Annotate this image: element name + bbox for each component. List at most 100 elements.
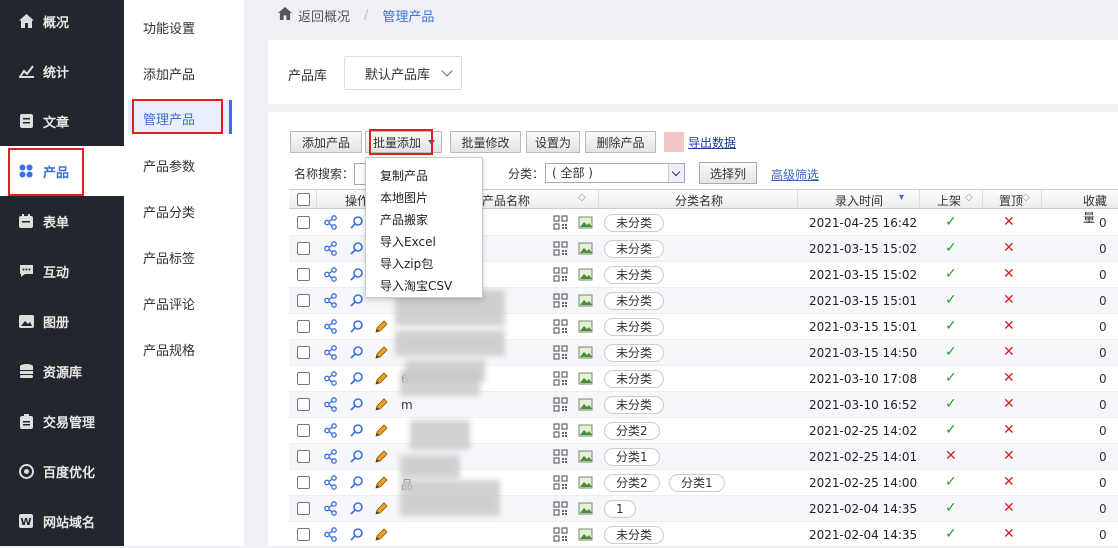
share-icon[interactable] [323, 527, 338, 542]
sidebar-item-album[interactable]: 图册 [0, 296, 124, 346]
listed-check-icon[interactable]: ✓ [945, 474, 957, 490]
image-icon[interactable] [578, 371, 593, 386]
image-icon[interactable] [578, 449, 593, 464]
preview-icon[interactable] [349, 215, 364, 230]
image-icon[interactable] [578, 501, 593, 516]
qrcode-icon[interactable] [553, 449, 568, 464]
image-icon[interactable] [578, 475, 593, 490]
category-filter-select[interactable]: ( 全部 ) [545, 163, 685, 183]
pinned-cross-icon[interactable]: ✕ [1003, 370, 1015, 386]
sort-icon[interactable]: ◇ [965, 192, 973, 203]
share-icon[interactable] [323, 371, 338, 386]
pinned-cross-icon[interactable]: ✕ [1003, 500, 1015, 516]
listed-check-icon[interactable]: ✓ [945, 266, 957, 282]
batch-add-button[interactable]: 批量添加 [365, 131, 442, 153]
row-checkbox[interactable] [297, 372, 310, 385]
row-checkbox[interactable] [297, 528, 310, 541]
pinned-cross-icon[interactable]: ✕ [1003, 396, 1015, 412]
dropdown-item-local-images[interactable]: 本地图片 [380, 189, 428, 206]
share-icon[interactable] [323, 397, 338, 412]
sort-icon[interactable]: ◇ [578, 192, 586, 203]
share-icon[interactable] [323, 293, 338, 308]
share-icon[interactable] [323, 475, 338, 490]
sort-icon[interactable]: ◇ [1022, 192, 1030, 203]
row-checkbox[interactable] [297, 242, 310, 255]
submenu-item-params[interactable]: 产品参数 [143, 156, 195, 175]
image-icon[interactable] [578, 267, 593, 282]
row-checkbox[interactable] [297, 320, 310, 333]
preview-icon[interactable] [349, 397, 364, 412]
share-icon[interactable] [323, 345, 338, 360]
sidebar-item-stats[interactable]: 统计 [0, 46, 124, 96]
pinned-cross-icon[interactable]: ✕ [1003, 214, 1015, 230]
submenu-item-add-product[interactable]: 添加产品 [143, 64, 195, 83]
col-product-name[interactable]: 产品名称 [482, 192, 530, 209]
share-icon[interactable] [323, 241, 338, 256]
listed-check-icon[interactable]: ✓ [945, 214, 957, 230]
preview-icon[interactable] [349, 449, 364, 464]
qrcode-icon[interactable] [553, 345, 568, 360]
qrcode-icon[interactable] [553, 475, 568, 490]
pinned-cross-icon[interactable]: ✕ [1003, 422, 1015, 438]
qrcode-icon[interactable] [553, 215, 568, 230]
image-icon[interactable] [578, 293, 593, 308]
dropdown-item-product-migrate[interactable]: 产品搬家 [380, 211, 428, 228]
listed-check-icon[interactable]: ✓ [945, 500, 957, 516]
preview-icon[interactable] [349, 527, 364, 542]
submenu-item-specs[interactable]: 产品规格 [143, 340, 195, 359]
set-as-button[interactable]: 设置为 [526, 131, 580, 153]
pinned-cross-icon[interactable]: ✕ [1003, 292, 1015, 308]
col-category[interactable]: 分类名称 [675, 192, 723, 209]
row-checkbox[interactable] [297, 502, 310, 515]
image-icon[interactable] [578, 397, 593, 412]
image-icon[interactable] [578, 423, 593, 438]
edit-icon[interactable] [374, 423, 389, 438]
preview-icon[interactable] [349, 293, 364, 308]
row-checkbox[interactable] [297, 450, 310, 463]
listed-check-icon[interactable]: ✓ [945, 422, 957, 438]
batch-edit-button[interactable]: 批量修改 [450, 131, 521, 153]
preview-icon[interactable] [349, 475, 364, 490]
sidebar-item-interaction[interactable]: 互动 [0, 246, 124, 296]
submenu-item-tags[interactable]: 产品标签 [143, 248, 195, 267]
row-checkbox[interactable] [297, 216, 310, 229]
advanced-filter-link[interactable]: 高级筛选 [771, 166, 819, 183]
preview-icon[interactable] [349, 501, 364, 516]
submenu-item-categories[interactable]: 产品分类 [143, 202, 195, 221]
qrcode-icon[interactable] [553, 527, 568, 542]
sidebar-item-domain[interactable]: W 网站域名 [0, 496, 124, 546]
row-checkbox[interactable] [297, 424, 310, 437]
row-checkbox[interactable] [297, 476, 310, 489]
col-entry-time[interactable]: 录入时间 [835, 192, 883, 209]
listed-check-icon[interactable]: ✓ [945, 240, 957, 256]
listed-check-icon[interactable]: ✓ [945, 396, 957, 412]
select-all-checkbox[interactable] [297, 193, 310, 206]
preview-icon[interactable] [349, 423, 364, 438]
qrcode-icon[interactable] [553, 423, 568, 438]
dropdown-item-import-taobao-csv[interactable]: 导入淘宝CSV [380, 277, 452, 294]
listed-check-icon[interactable]: ✓ [945, 370, 957, 386]
col-pinned[interactable]: 置顶 [999, 192, 1023, 209]
sidebar-item-products[interactable]: 产品 [0, 146, 124, 196]
sidebar-item-articles[interactable]: 文章 [0, 96, 124, 146]
edit-icon[interactable] [374, 449, 389, 464]
listed-check-icon[interactable]: ✓ [945, 318, 957, 334]
back-to-overview-link[interactable]: 返回概况 [298, 6, 350, 25]
row-checkbox[interactable] [297, 346, 310, 359]
listed-cross-icon[interactable]: ✕ [945, 448, 957, 464]
preview-icon[interactable] [349, 371, 364, 386]
edit-icon[interactable] [374, 501, 389, 516]
pinned-cross-icon[interactable]: ✕ [1003, 526, 1015, 542]
edit-icon[interactable] [374, 371, 389, 386]
dropdown-item-import-zip[interactable]: 导入zip包 [380, 255, 433, 272]
col-listed[interactable]: 上架 [937, 192, 961, 209]
share-icon[interactable] [323, 449, 338, 464]
pinned-cross-icon[interactable]: ✕ [1003, 448, 1015, 464]
image-icon[interactable] [578, 241, 593, 256]
preview-icon[interactable] [349, 319, 364, 334]
qrcode-icon[interactable] [553, 397, 568, 412]
qrcode-icon[interactable] [553, 241, 568, 256]
qrcode-icon[interactable] [553, 319, 568, 334]
edit-icon[interactable] [374, 527, 389, 542]
share-icon[interactable] [323, 319, 338, 334]
